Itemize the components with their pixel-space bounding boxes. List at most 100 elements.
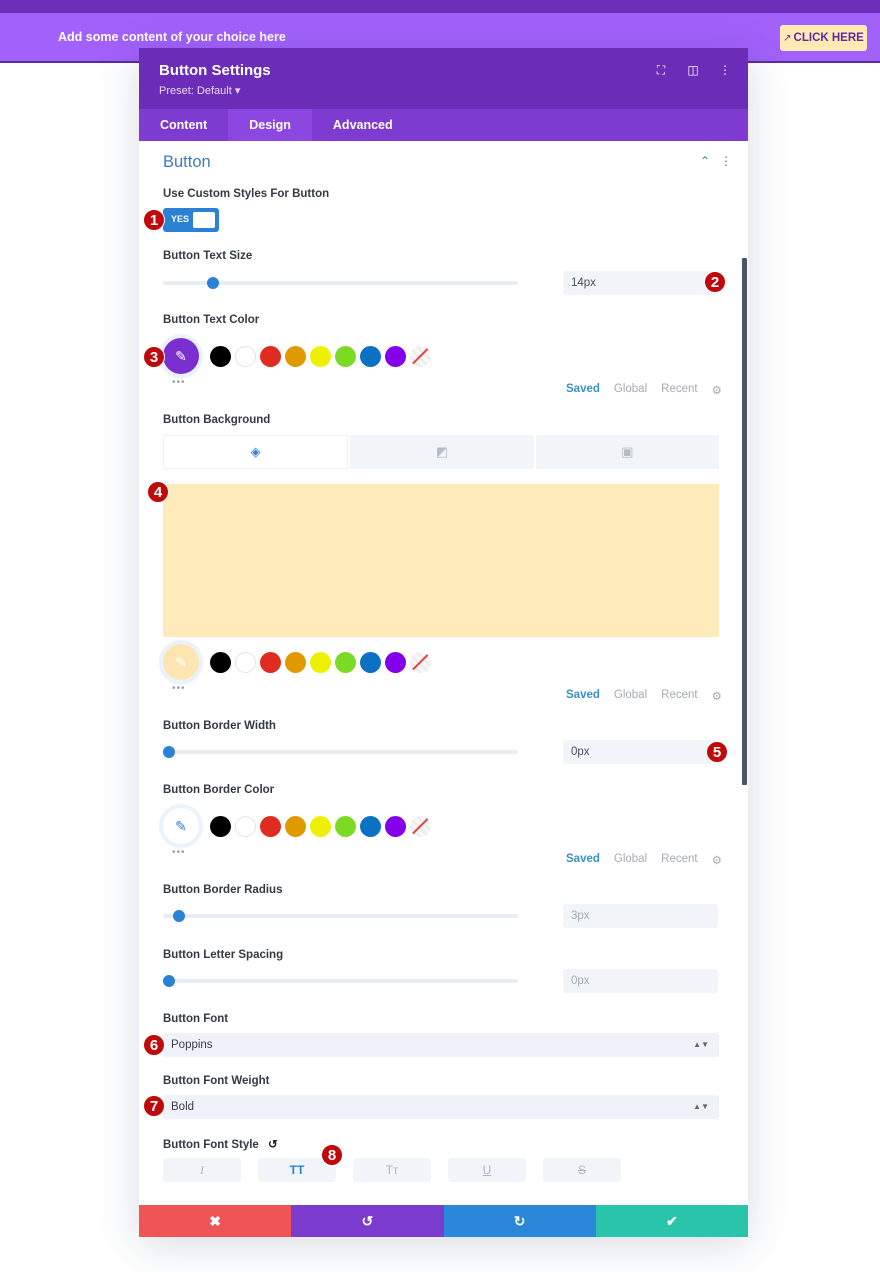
undo-button[interactable]: ↺ <box>291 1205 444 1237</box>
font-weight-select[interactable]: Bold ▲▼ <box>163 1095 719 1119</box>
paint-bucket-icon[interactable]: ◈ <box>163 435 349 469</box>
palette-saved-tab[interactable]: Saved <box>566 383 600 397</box>
letter-spacing-slider[interactable] <box>163 975 518 987</box>
palette-saved-tab[interactable]: Saved <box>566 689 600 703</box>
eyedropper-icon[interactable]: ✎ <box>163 808 199 844</box>
swatch-blue[interactable] <box>360 651 381 673</box>
palette-global-tab[interactable]: Global <box>614 689 647 703</box>
preset-dropdown[interactable]: Preset: Default ▾ <box>159 84 240 97</box>
reset-icon[interactable]: ↺ <box>268 1139 278 1151</box>
border-radius-input[interactable]: 3px <box>563 904 718 928</box>
image-icon[interactable]: ▣ <box>535 435 719 469</box>
text-size-label: Button Text Size <box>163 250 253 262</box>
swatch-black[interactable] <box>210 345 231 367</box>
more-colors-icon[interactable]: ••• <box>172 847 186 858</box>
cancel-button[interactable]: ✖ <box>139 1205 292 1237</box>
slider-thumb[interactable] <box>163 746 175 758</box>
more-vertical-icon[interactable]: ⋮ <box>718 63 732 78</box>
modal-header: Button Settings Preset: Default ▾ ⛶ ◫ ⋮ <box>139 48 748 109</box>
save-button[interactable]: ✔ <box>595 1205 748 1237</box>
swatch-green[interactable] <box>335 815 356 837</box>
click-here-button[interactable]: ↗ CLICK HERE <box>780 25 867 51</box>
check-icon: ✔ <box>666 1212 678 1229</box>
font-style-label: Button Font Style ↺ <box>163 1137 278 1151</box>
tab-design[interactable]: Design <box>228 109 312 141</box>
admin-bar <box>0 0 880 13</box>
small-caps-button[interactable]: Tт <box>353 1158 431 1182</box>
border-width-input[interactable]: 0px <box>563 740 718 764</box>
swatch-purple[interactable] <box>385 651 406 673</box>
border-width-slider[interactable] <box>163 746 518 758</box>
font-label: Button Font <box>163 1013 229 1025</box>
swatch-white[interactable] <box>235 345 256 367</box>
annotation-badge: 5 <box>706 741 728 763</box>
section-title[interactable]: Button <box>163 153 211 172</box>
chevron-up-icon[interactable]: ⌃ <box>700 154 710 168</box>
slider-thumb[interactable] <box>207 277 219 289</box>
swatch-white[interactable] <box>235 815 256 837</box>
background-color-preview[interactable] <box>163 484 719 637</box>
palette-recent-tab[interactable]: Recent <box>661 853 697 867</box>
annotation-badge: 8 <box>321 1144 343 1166</box>
swatch-red[interactable] <box>260 345 281 367</box>
palette-global-tab[interactable]: Global <box>614 853 647 867</box>
tab-content[interactable]: Content <box>139 109 228 141</box>
swatch-green[interactable] <box>335 651 356 673</box>
gear-icon[interactable]: ⚙ <box>712 689 722 703</box>
palette-saved-tab[interactable]: Saved <box>566 853 600 867</box>
text-size-slider[interactable] <box>163 277 518 289</box>
button-settings-modal: Button Settings Preset: Default ▾ ⛶ ◫ ⋮ … <box>139 48 748 1237</box>
eyedropper-icon[interactable]: ✎ <box>163 644 199 680</box>
more-vertical-icon[interactable]: ⋮ <box>720 154 732 168</box>
gradient-icon[interactable]: ◩ <box>350 435 534 469</box>
border-radius-slider[interactable] <box>163 910 518 922</box>
swatch-red[interactable] <box>260 651 281 673</box>
swatch-blue[interactable] <box>360 345 381 367</box>
custom-styles-label: Use Custom Styles For Button <box>163 188 330 200</box>
custom-styles-toggle[interactable]: YES <box>163 208 219 232</box>
letter-spacing-input[interactable]: 0px <box>563 969 718 993</box>
underline-button[interactable]: U <box>448 1158 526 1182</box>
redo-button[interactable]: ↻ <box>443 1205 596 1237</box>
italic-button[interactable]: I <box>163 1158 241 1182</box>
slider-thumb[interactable] <box>163 975 175 987</box>
swatch-none[interactable] <box>410 815 431 837</box>
swatch-orange[interactable] <box>285 345 306 367</box>
palette-global-tab[interactable]: Global <box>614 383 647 397</box>
swatch-black[interactable] <box>210 651 231 673</box>
swatch-orange[interactable] <box>285 815 306 837</box>
swatch-red[interactable] <box>260 815 281 837</box>
text-size-input[interactable]: 14px <box>563 271 718 295</box>
gear-icon[interactable]: ⚙ <box>712 383 722 397</box>
swatch-none[interactable] <box>410 345 431 367</box>
slider-thumb[interactable] <box>173 910 185 922</box>
swatch-purple[interactable] <box>385 345 406 367</box>
undo-icon: ↺ <box>361 1212 374 1229</box>
swatch-blue[interactable] <box>360 815 381 837</box>
gear-icon[interactable]: ⚙ <box>712 853 722 867</box>
strikethrough-button[interactable]: S <box>543 1158 621 1182</box>
select-caret-icon: ▲▼ <box>693 1102 709 1111</box>
swatch-none[interactable] <box>410 651 431 673</box>
font-select[interactable]: Poppins ▲▼ <box>163 1033 719 1057</box>
swatch-yellow[interactable] <box>310 815 331 837</box>
swatch-purple[interactable] <box>385 815 406 837</box>
more-colors-icon[interactable]: ••• <box>172 377 186 388</box>
annotation-badge: 1 <box>143 209 165 231</box>
more-colors-icon[interactable]: ••• <box>172 683 186 694</box>
swatch-green[interactable] <box>335 345 356 367</box>
modal-tabs: Content Design Advanced <box>139 109 748 141</box>
swatch-yellow[interactable] <box>310 345 331 367</box>
modal-title: Button Settings <box>159 62 271 79</box>
swatch-white[interactable] <box>235 651 256 673</box>
swatch-black[interactable] <box>210 815 231 837</box>
eyedropper-icon[interactable]: ✎ <box>163 338 199 374</box>
palette-recent-tab[interactable]: Recent <box>661 383 697 397</box>
split-view-icon[interactable]: ◫ <box>686 63 700 78</box>
swatch-orange[interactable] <box>285 651 306 673</box>
palette-recent-tab[interactable]: Recent <box>661 689 697 703</box>
swatch-yellow[interactable] <box>310 651 331 673</box>
focus-icon[interactable]: ⛶ <box>654 63 668 78</box>
tab-advanced[interactable]: Advanced <box>312 109 414 141</box>
scrollbar[interactable] <box>742 258 747 785</box>
